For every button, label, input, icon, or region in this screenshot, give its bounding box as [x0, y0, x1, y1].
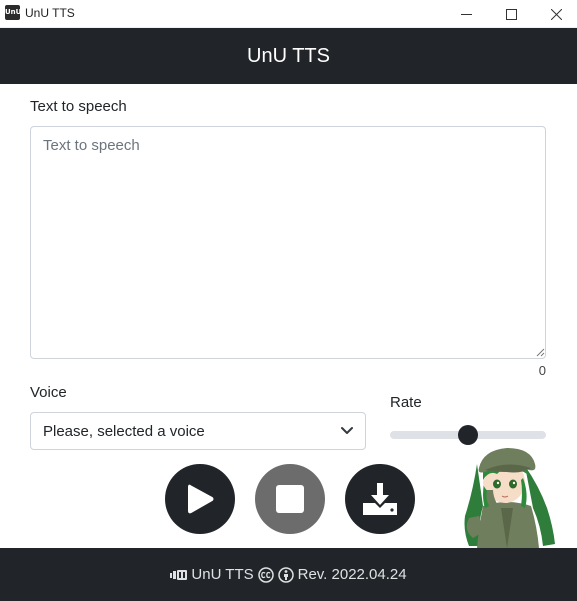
footer-app-name: UnU TTS [191, 566, 254, 583]
title-bar: UnU UnU TTS [0, 0, 577, 28]
resize-grip-icon[interactable] [535, 347, 545, 357]
voice-select[interactable]: Please, selected a voice [30, 412, 366, 450]
footer-revision: Rev. 2022.04.24 [297, 566, 407, 583]
attribution-icon [277, 566, 294, 583]
voice-label: Voice [30, 384, 67, 401]
cc-icon [257, 566, 274, 583]
chevron-down-icon [341, 427, 353, 434]
minimize-icon [460, 13, 472, 15]
rate-slider-thumb[interactable] [458, 425, 478, 445]
play-button[interactable] [165, 464, 235, 534]
app-icon: UnU [5, 5, 21, 20]
text-label: Text to speech [30, 98, 127, 115]
minimize-button[interactable] [443, 0, 489, 28]
play-icon [188, 484, 214, 514]
app-header: UnU TTS [0, 28, 577, 84]
anime-girl-mascot [464, 448, 555, 548]
unu-logo [170, 569, 188, 580]
footer: UnU TTS Rev. 2022.04.24 [0, 548, 577, 601]
text-input[interactable] [30, 126, 546, 359]
voice-selected-value: Please, selected a voice [43, 423, 205, 440]
char-count: 0 [538, 363, 546, 378]
stop-icon [276, 485, 304, 513]
window-title: UnU TTS [25, 6, 75, 20]
rate-label: Rate [390, 394, 422, 411]
app-title: UnU TTS [247, 44, 330, 67]
download-icon [363, 483, 397, 515]
maximize-button[interactable] [488, 0, 534, 28]
close-button[interactable] [533, 0, 577, 28]
download-button[interactable] [345, 464, 415, 534]
maximize-icon [505, 8, 517, 20]
stop-button[interactable] [255, 464, 325, 534]
close-icon [550, 8, 562, 20]
